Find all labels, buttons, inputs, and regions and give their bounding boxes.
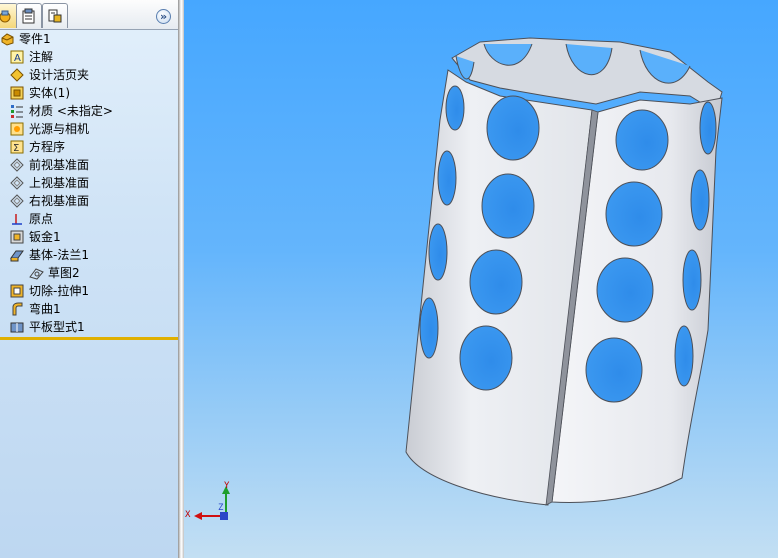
rollback-bar[interactable] [0,337,178,340]
configurationmanager-icon [48,9,62,23]
annotations-icon: A [10,50,25,64]
feature-tree-item[interactable]: A 注解 [0,48,178,66]
feature-tree-item-label: 光源与相机 [29,122,90,136]
feature-tree-item-label: 切除-拉伸1 [29,284,89,298]
feature-tree-item[interactable]: 弯曲1 [0,300,178,318]
propertymanager-icon [22,8,35,24]
feature-tree-item-label: 弯曲1 [29,302,61,316]
plane-icon [10,176,25,190]
feature-tree-item[interactable]: 材质 <未指定> [0,102,178,120]
feature-tree-item[interactable]: 实体(1) [0,84,178,102]
feature-tree-item-label: 方程序 [29,140,66,154]
solid-bodies-icon [10,86,25,100]
origin-icon [10,212,25,226]
triad-y-label: Y [224,481,230,491]
plane-icon [10,194,25,208]
feature-manager-panel: » 零件1 A 注解设计活页夹实体(1) 材质 <未指定> 光源与相机 Σ 方程序前视基准面… [0,0,178,558]
cut-extrude-icon [10,284,25,298]
feature-tree-item-label: 平板型式1 [29,320,85,334]
feature-tree-item-label: 设计活页夹 [29,68,90,82]
collapse-panel-button[interactable]: » [156,9,171,24]
feature-tree-item-label: 前视基准面 [29,158,90,172]
feature-tree: 零件1 A 注解设计活页夹实体(1) 材质 <未指定> 光源与相机 Σ 方程序前视基准面上视… [0,30,178,336]
feature-tree-item[interactable]: 右视基准面 [0,192,178,210]
plane-icon [10,158,25,172]
feature-tree-item-label: 材质 <未指定> [29,104,113,118]
feature-tree-item-label: 右视基准面 [29,194,90,208]
feature-tree-item[interactable]: 草图2 [0,264,178,282]
triad-x-label: X [185,510,191,520]
tab-propertymanager[interactable] [16,3,42,28]
feature-tree-item-label: 原点 [29,212,54,226]
feature-tree-item-label: 草图2 [48,266,80,280]
design-binder-icon [10,68,25,82]
part-icon [0,32,15,46]
feature-tree-item[interactable]: 光源与相机 [0,120,178,138]
feature-tree-item-label: 实体(1) [29,86,70,100]
tab-configurationmanager[interactable] [42,3,68,28]
feature-tree-item[interactable]: 前视基准面 [0,156,178,174]
sketch-icon [29,266,44,280]
feature-tree-item[interactable]: 原点 [0,210,178,228]
feature-tree-item[interactable]: 基体-法兰1 [0,246,178,264]
feature-tree-item[interactable]: 切除-拉伸1 [0,282,178,300]
feature-tree-item-label: 基体-法兰1 [29,248,89,262]
svg-text:A: A [14,53,21,64]
model-view[interactable] [184,0,778,558]
featuremanager-icon [0,10,11,23]
flat-pattern-icon [10,320,25,334]
panel-tab-bar: » [0,0,178,30]
feature-tree-item[interactable]: 上视基准面 [0,174,178,192]
bend-icon [10,302,25,316]
triad-z-label: Z [218,503,224,513]
feature-tree-item[interactable]: Σ 方程序 [0,138,178,156]
sheet-metal-icon [10,230,25,244]
base-flange-icon [10,248,25,262]
reference-triad [194,486,230,520]
feature-tree-item-label: 钣金1 [29,230,61,244]
feature-tree-item[interactable]: 平板型式1 [0,318,178,336]
feature-tree-item[interactable]: 零件1 [0,30,178,48]
svg-text:Σ: Σ [13,143,19,154]
graphics-viewport[interactable]: Y X Z [184,0,778,558]
feature-tree-item-label: 注解 [29,50,54,64]
lights-cameras-icon [10,122,25,136]
sheet-metal-cylinder[interactable] [405,37,723,506]
material-icon [10,104,25,118]
equations-icon: Σ [10,140,25,154]
feature-tree-item[interactable]: 钣金1 [0,228,178,246]
feature-tree-item-label: 零件1 [19,32,51,46]
feature-tree-item[interactable]: 设计活页夹 [0,66,178,84]
feature-tree-item-label: 上视基准面 [29,176,90,190]
